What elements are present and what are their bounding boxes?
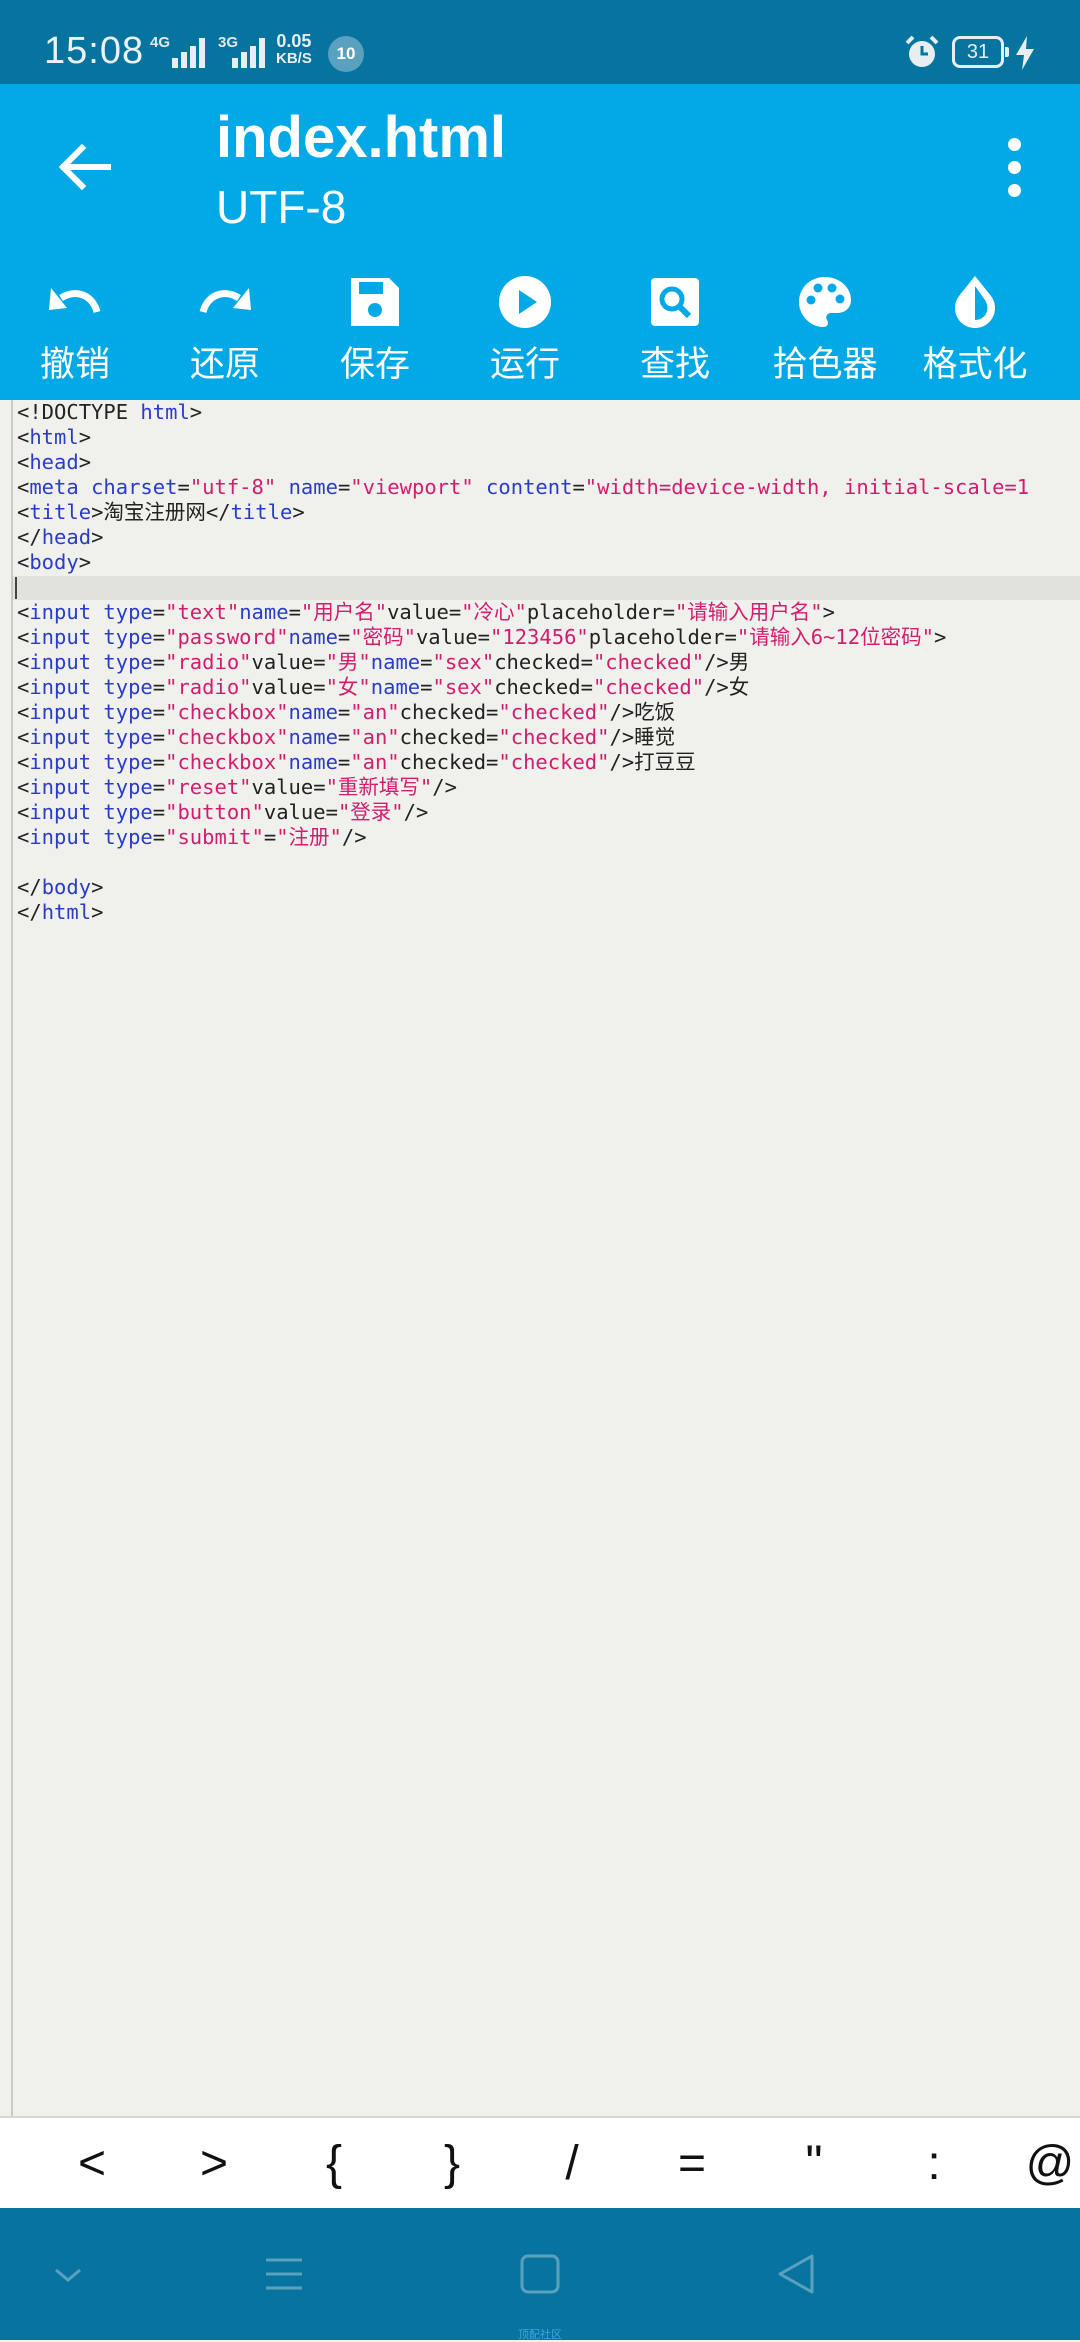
battery-level: 31 (966, 41, 990, 63)
format-drop-icon (954, 276, 996, 328)
color-picker-label: 拾色器 (772, 345, 878, 385)
code-line: <meta charset="utf-8" name="viewport" co… (17, 475, 1030, 499)
alarm-icon (905, 35, 939, 67)
code-line: <body> (17, 550, 92, 574)
network-speed-unit: KB/S (276, 50, 312, 67)
code-line: <input type="checkbox"name="an"checked="… (17, 725, 676, 749)
redo-button[interactable]: 还原 (150, 264, 300, 400)
signal-icon-2 (232, 36, 272, 68)
symbol-key-equals[interactable]: = (662, 2118, 722, 2210)
back-arrow-icon[interactable] (50, 132, 120, 202)
file-encoding: UTF-8 (216, 181, 347, 233)
back-triangle-icon[interactable] (774, 2252, 818, 2296)
symbol-shortcut-bar: < > { } / = " : @ (0, 2116, 1080, 2210)
play-icon (499, 276, 551, 328)
save-button[interactable]: 保存 (300, 264, 450, 400)
symbol-key-colon[interactable]: : (904, 2118, 964, 2210)
color-picker-button[interactable]: 拾色器 (750, 264, 900, 400)
code-line: <input type="checkbox"name="an"checked="… (17, 750, 696, 774)
home-square-icon[interactable] (518, 2252, 562, 2296)
undo-icon (49, 288, 101, 314)
undo-button[interactable]: 撤销 (0, 264, 150, 400)
code-line: </html> (17, 900, 104, 924)
network-speed: 0.05 KB/S (276, 32, 312, 68)
redo-icon (199, 288, 251, 314)
status-time: 15:08 (44, 30, 145, 72)
code-line: </body> (17, 875, 104, 899)
system-nav-bar: 顶配社区 (0, 2208, 1080, 2341)
network-4g: 4G (150, 34, 171, 51)
battery-icon: 31 (952, 36, 1009, 68)
code-editor[interactable]: <!DOCTYPE html> <html> <head> <meta charset… (0, 400, 1080, 2116)
file-title: index.html (216, 105, 507, 170)
undo-label: 撤销 (39, 345, 110, 385)
code-line: <html> (17, 425, 92, 449)
redo-label: 还原 (189, 345, 260, 385)
search-icon (651, 278, 699, 326)
format-label: 格式化 (922, 345, 1028, 385)
charging-icon (1016, 36, 1034, 70)
symbol-key-rbrace[interactable]: } (422, 2118, 482, 2210)
code-text[interactable]: <!DOCTYPE html> <html> <head> <meta charset… (17, 400, 1029, 925)
symbol-key-at[interactable]: @ (1020, 2118, 1080, 2210)
code-line: <input type="text"name="用户名"value="冷心"pl… (17, 600, 835, 624)
symbol-key-lt[interactable]: < (62, 2118, 122, 2210)
code-line: <input type="radio"value="女"name="sex"ch… (17, 675, 750, 699)
code-line: </head> (17, 525, 104, 549)
code-line: <input type="reset"value="重新填写"/> (17, 775, 457, 799)
code-line: <head> (17, 450, 92, 474)
code-line: <input type="password"name="密码"value="12… (17, 625, 947, 649)
find-label: 查找 (639, 345, 710, 385)
status-bar: 15:08 4G 3G 0.05 KB/S 10 31 (0, 0, 1080, 84)
code-line: <input type="checkbox"name="an"checked="… (17, 700, 676, 724)
symbol-key-slash[interactable]: / (542, 2118, 602, 2210)
app-bar: index.html UTF-8 撤销 还原 保存 运行 查找 拾色器 格式化 (0, 84, 1080, 400)
network-speed-value: 0.05 (276, 31, 312, 51)
notification-badge: 10 (328, 36, 364, 72)
menu-lines-icon[interactable] (262, 2252, 306, 2296)
code-line: <!DOCTYPE html> (17, 400, 203, 424)
save-icon (351, 278, 399, 326)
code-line: <input type="button"value="登录"/> (17, 800, 429, 824)
symbol-key-lbrace[interactable]: { (304, 2118, 364, 2210)
run-button[interactable]: 运行 (450, 264, 600, 400)
network-type-label: 4G (150, 34, 170, 51)
signal-icon (172, 36, 212, 68)
line-gutter (0, 400, 13, 2116)
code-line: <title>淘宝注册网</title> (17, 500, 305, 524)
format-button[interactable]: 格式化 (900, 264, 1050, 400)
code-line: <input type="submit"="注册"/> (17, 825, 367, 849)
symbol-key-gt[interactable]: > (184, 2118, 244, 2210)
palette-icon (799, 277, 851, 327)
find-button[interactable]: 查找 (600, 264, 750, 400)
run-label: 运行 (489, 345, 560, 385)
save-label: 保存 (339, 345, 410, 385)
more-menu-icon[interactable] (1000, 138, 1030, 198)
chevron-down-icon[interactable] (48, 2252, 88, 2296)
code-line: <input type="radio"value="男"name="sex"ch… (17, 650, 750, 674)
editor-toolbar: 撤销 还原 保存 运行 查找 拾色器 格式化 (0, 264, 1080, 400)
symbol-key-quote[interactable]: " (784, 2118, 844, 2210)
